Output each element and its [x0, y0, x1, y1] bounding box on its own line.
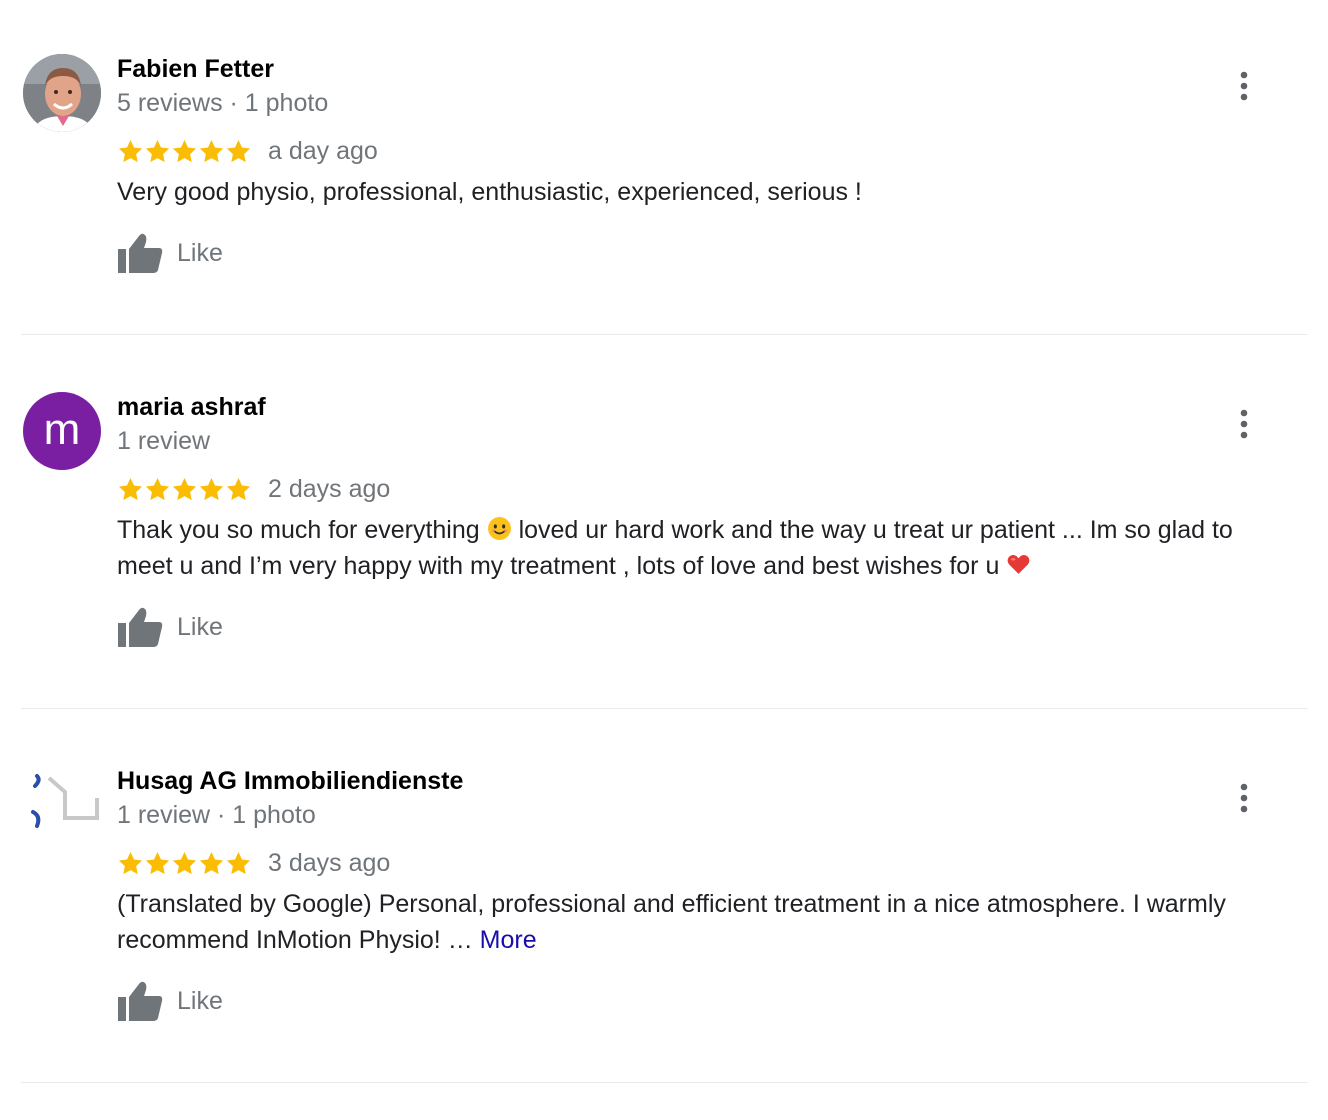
star-rating [117, 138, 252, 165]
review-time: a day ago [268, 136, 378, 165]
star-icon [172, 851, 197, 874]
star-icon [118, 477, 143, 500]
red-heart-emoji-icon [1007, 554, 1030, 574]
star-icon [226, 477, 251, 500]
review-text: Very good physio, professional, enthusia… [117, 178, 862, 206]
reviewer-meta: 1 review [117, 427, 211, 455]
like-button[interactable]: Like [117, 232, 223, 274]
more-options-icon[interactable] [1232, 408, 1256, 440]
star-icon [199, 851, 224, 874]
like-button[interactable]: Like [117, 606, 223, 648]
reviewer-name[interactable]: Fabien Fetter [117, 55, 274, 84]
star-icon [118, 139, 143, 162]
divider [21, 334, 1308, 335]
avatar-letter: m [43, 405, 81, 454]
review-text: (Translated by Google) Personal, profess… [117, 886, 1292, 958]
star-icon [145, 139, 170, 162]
more-options-icon[interactable] [1232, 782, 1256, 814]
review-text: Thak you so much for everything loved ur… [117, 512, 1292, 584]
reviewer-avatar[interactable] [23, 766, 101, 844]
star-icon [172, 477, 197, 500]
review-time: 3 days ago [268, 848, 391, 877]
star-rating [117, 476, 252, 503]
review-time: 2 days ago [268, 474, 391, 503]
rating-row: 3 days ago [117, 846, 390, 880]
more-link[interactable]: More [480, 926, 537, 954]
company-logo-icon [31, 774, 99, 828]
star-icon [118, 851, 143, 874]
like-label: Like [177, 238, 223, 267]
reviewer-avatar[interactable]: m [23, 392, 101, 470]
like-label: Like [177, 986, 223, 1015]
divider [21, 708, 1308, 709]
review-text-part: Thak you so much for everything [117, 516, 487, 544]
star-icon [172, 139, 197, 162]
person-photo-icon [23, 54, 101, 132]
star-icon [226, 139, 251, 162]
divider [21, 1082, 1308, 1083]
thumbs-up-icon [118, 607, 163, 647]
rating-row: 2 days ago [117, 472, 390, 506]
thumbs-up-icon [118, 233, 163, 273]
like-button[interactable]: Like [117, 980, 223, 1022]
star-icon [145, 851, 170, 874]
reviewer-name[interactable]: maria ashraf [117, 393, 266, 422]
like-label: Like [177, 612, 223, 641]
more-options-icon[interactable] [1232, 70, 1256, 102]
review-text-part: (Translated by Google) Personal, profess… [117, 890, 1226, 954]
star-rating [117, 850, 252, 877]
smiling-face-emoji-icon [487, 517, 511, 540]
reviewer-avatar[interactable] [23, 54, 101, 132]
star-icon [199, 139, 224, 162]
star-icon [199, 477, 224, 500]
reviewer-name[interactable]: Husag AG Immobiliendienste [117, 767, 463, 796]
rating-row: a day ago [117, 134, 378, 168]
star-icon [145, 477, 170, 500]
reviewer-meta: 1 review · 1 photo [117, 801, 316, 829]
thumbs-up-icon [118, 981, 163, 1021]
reviewer-meta: 5 reviews · 1 photo [117, 89, 329, 117]
star-icon [226, 851, 251, 874]
